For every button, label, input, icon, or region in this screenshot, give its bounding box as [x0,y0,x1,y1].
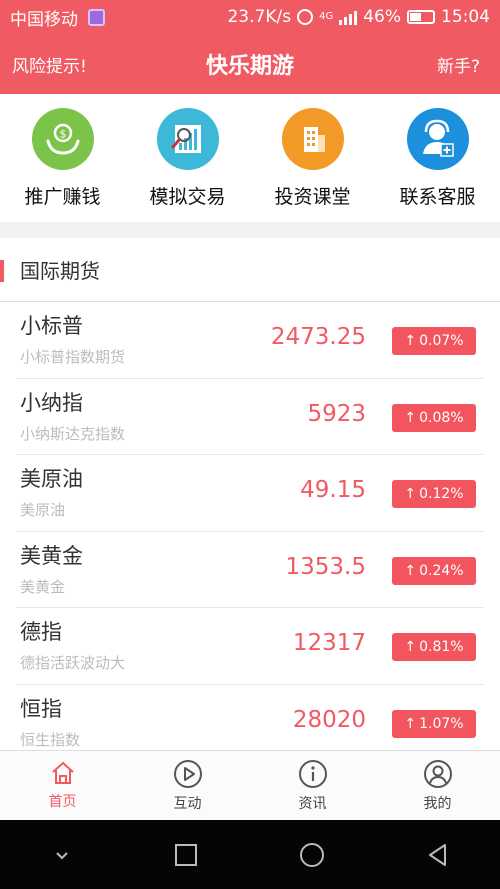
status-bar: 中国移动 23.7K/s 4G 46% 15:04 [0,0,500,34]
status-right: 23.7K/s 4G 46% 15:04 [227,7,490,27]
info-circle-icon [298,760,327,788]
back-button[interactable] [425,842,451,868]
recents-button[interactable] [173,842,199,868]
risk-warning-button[interactable]: 风险提示! [12,52,87,77]
futures-subtitle: 小标普指数期货 [20,348,126,366]
status-left: 中国移动 [10,5,105,30]
play-circle-icon [173,760,202,788]
tab-home-label: 首页 [48,794,77,810]
network-type: 4G [319,11,334,22]
futures-name: 美黄金 [20,543,83,568]
section-header: 国际期货 [0,238,500,302]
futures-name: 小纳指 [20,390,83,415]
futures-price: 12317 [292,630,366,656]
tab-interact[interactable]: 互动 [125,751,250,820]
tab-mine[interactable]: 我的 [375,751,500,820]
building-icon [281,108,344,170]
change-badge: ↑ 0.07% [392,327,476,355]
battery-icon [407,10,435,24]
futures-subtitle: 美黄金 [20,577,66,596]
change-value: 0.24% [419,562,464,579]
arrow-up-icon: ↑ [404,409,417,426]
futures-name: 美原油 [20,467,83,491]
tab-news[interactable]: 资讯 [250,751,375,820]
tab-home[interactable]: 首页 [0,751,125,820]
svg-text:$: $ [59,128,66,141]
change-value: 0.07% [419,333,464,349]
quick-service[interactable]: 联系客服 [375,94,500,222]
futures-subtitle: 小纳斯达克指数 [20,424,126,443]
quick-service-label: 联系客服 [399,186,476,208]
newbie-help-button[interactable]: 新手? [437,52,480,77]
section-title: 国际期货 [20,259,100,283]
arrow-up-icon: ↑ [404,639,417,655]
tab-mine-label: 我的 [423,796,452,812]
alarm-icon [297,9,314,25]
arrow-up-icon: ↑ [404,562,417,579]
futures-price: 5923 [307,400,366,427]
change-value: 1.07% [419,715,464,732]
change-badge: ↑ 0.08% [392,403,476,432]
system-nav-bar [0,820,500,889]
quick-simulate-label: 模拟交易 [149,186,226,208]
change-value: 0.08% [419,409,464,426]
futures-subtitle: 恒生指数 [20,730,81,749]
bottom-tab-bar: 首页 互动 资讯 我的 [0,750,500,820]
futures-row[interactable]: 美黄金 美黄金 1353.5 ↑ 0.24% [16,532,484,608]
futures-row[interactable]: 德指 德指活跃波动大 12317 ↑ 0.81% [16,608,484,685]
quick-promote-label: 推广赚钱 [24,186,101,208]
futures-price: 1353.5 [285,553,366,580]
futures-section: 国际期货 小标普 小标普指数期货 2473.25 ↑ 0.07% 小纳指 小纳斯达… [0,238,500,750]
change-badge: ↑ 0.24% [392,556,476,585]
change-badge: ↑ 0.81% [392,633,476,661]
section-accent-bar [0,260,4,282]
customer-service-icon [406,108,469,170]
quick-actions: $ 推广赚钱 模拟交易 投资课堂 联系客服 [0,94,500,222]
tab-news-label: 资讯 [298,796,327,812]
home-button[interactable] [298,841,326,869]
chart-magnifier-icon [156,108,219,170]
quick-promote[interactable]: $ 推广赚钱 [0,94,125,222]
gallery-icon [88,8,105,26]
change-badge: ↑ 1.07% [392,709,476,738]
futures-name: 小标普 [20,314,83,338]
signal-icon [339,9,358,25]
chevron-down-icon[interactable] [50,843,74,867]
home-icon [51,761,74,784]
change-badge: ↑ 0.12% [392,480,476,508]
quick-classroom[interactable]: 投资课堂 [250,94,375,222]
carrier-label: 中国移动 [10,9,78,30]
change-value: 0.12% [419,486,464,502]
battery-percent: 46% [363,7,401,27]
futures-price: 28020 [292,706,366,733]
futures-row[interactable]: 小纳指 小纳斯达克指数 5923 ↑ 0.08% [16,379,484,455]
futures-name: 恒指 [20,696,62,721]
futures-price: 49.15 [300,477,366,503]
network-speed: 23.7K/s [227,7,292,27]
money-hand-icon: $ [31,108,94,170]
app-header: 风险提示! 快乐期游 新手? [0,34,500,94]
arrow-up-icon: ↑ [404,715,417,732]
tab-interact-label: 互动 [173,796,202,812]
quick-simulate[interactable]: 模拟交易 [125,94,250,222]
user-icon [423,760,452,788]
clock: 15:04 [441,7,490,27]
arrow-up-icon: ↑ [404,333,417,349]
futures-price: 2473.25 [270,324,366,350]
futures-subtitle: 美原油 [20,501,66,519]
arrow-up-icon: ↑ [404,486,417,502]
futures-subtitle: 德指活跃波动大 [20,654,126,672]
quick-classroom-label: 投资课堂 [274,186,351,208]
futures-row[interactable]: 美原油 美原油 49.15 ↑ 0.12% [16,455,484,532]
futures-row[interactable]: 小标普 小标普指数期货 2473.25 ↑ 0.07% [16,302,484,379]
futures-name: 德指 [20,620,62,644]
change-value: 0.81% [419,639,464,655]
